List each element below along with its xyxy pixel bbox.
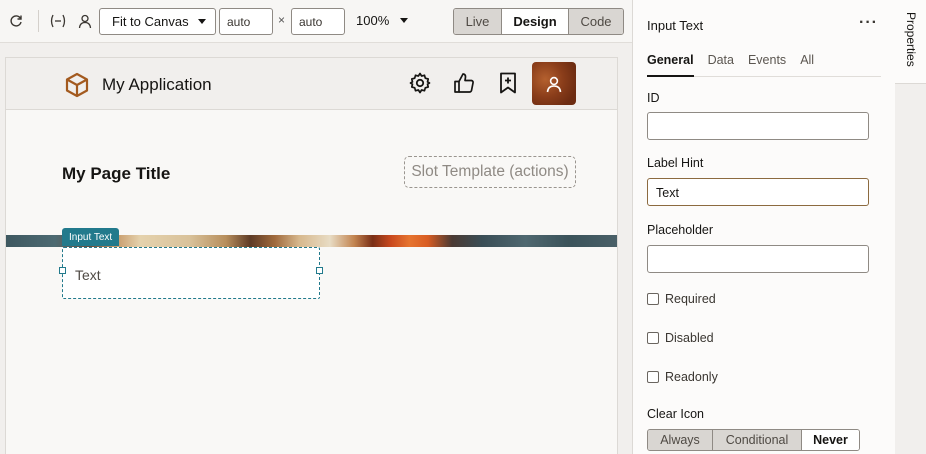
resize-handle-left[interactable]: [59, 267, 66, 274]
times-symbol: ×: [278, 13, 286, 27]
zoom-select[interactable]: 100%: [356, 13, 389, 28]
bookmark-add-icon[interactable]: [496, 71, 520, 95]
thumbs-up-icon[interactable]: [452, 71, 476, 95]
more-options-icon[interactable]: ···: [859, 14, 878, 32]
selected-input-text-component[interactable]: Text: [59, 247, 323, 299]
variable-bind-icon[interactable]: [48, 12, 68, 30]
component-tag[interactable]: Input Text: [62, 228, 120, 246]
person-icon[interactable]: [76, 12, 94, 30]
clear-icon-always-button[interactable]: Always: [648, 430, 713, 450]
required-checkbox-row[interactable]: Required: [647, 291, 716, 307]
app-header: My Application: [6, 58, 617, 110]
toolbar-divider: [38, 10, 39, 32]
tab-all[interactable]: All: [800, 52, 814, 77]
placeholder-label: Placeholder: [647, 223, 714, 237]
readonly-checkbox-row[interactable]: Readonly: [647, 369, 718, 385]
readonly-checkbox[interactable]: [647, 371, 659, 383]
label-hint-label: Label Hint: [647, 156, 704, 170]
properties-side-tab-label: Properties: [904, 12, 918, 67]
properties-side-tab[interactable]: Properties: [895, 0, 926, 84]
properties-panel: Input Text ··· General Data Events All I…: [632, 0, 895, 454]
chevron-down-icon[interactable]: [400, 18, 408, 23]
tab-data[interactable]: Data: [708, 52, 734, 77]
id-label: ID: [647, 91, 660, 105]
refresh-icon[interactable]: [7, 12, 25, 30]
tab-general[interactable]: General: [647, 52, 694, 77]
disabled-checkbox[interactable]: [647, 332, 659, 344]
panel-title: Input Text: [647, 18, 704, 33]
fit-select[interactable]: Fit to Canvas: [99, 8, 216, 35]
design-canvas: My Application My Page Title Slot Templa…: [5, 57, 618, 454]
property-tabs: General Data Events All: [647, 52, 881, 77]
width-input[interactable]: auto: [219, 8, 273, 35]
page-title: My Page Title: [62, 164, 171, 183]
app-logo-icon: [65, 72, 89, 98]
disabled-checkbox-row[interactable]: Disabled: [647, 330, 714, 346]
gear-icon[interactable]: [408, 71, 432, 95]
label-hint-field[interactable]: Text: [647, 178, 869, 206]
app-title: My Application: [102, 75, 212, 94]
designer-toolbar: Fit to Canvas auto × auto 100% Live Desi…: [0, 0, 632, 43]
clear-icon-conditional-button[interactable]: Conditional: [713, 430, 802, 450]
design-mode-button[interactable]: Design: [502, 9, 569, 34]
id-field[interactable]: [647, 112, 869, 140]
height-input[interactable]: auto: [291, 8, 345, 35]
placeholder-field[interactable]: [647, 245, 869, 273]
clear-icon-never-button[interactable]: Never: [802, 430, 859, 450]
clear-icon-label: Clear Icon: [647, 407, 704, 421]
slot-template-actions[interactable]: Slot Template (actions): [404, 156, 576, 188]
side-tab-strip: Properties: [895, 0, 926, 454]
readonly-label: Readonly: [665, 370, 718, 384]
tab-events[interactable]: Events: [748, 52, 786, 77]
disabled-label: Disabled: [665, 331, 714, 345]
code-mode-button[interactable]: Code: [569, 9, 623, 34]
resize-handle-right[interactable]: [316, 267, 323, 274]
view-mode-switcher: Live Design Code: [453, 8, 624, 35]
required-label: Required: [665, 292, 716, 306]
fit-select-value: Fit to Canvas: [112, 14, 189, 29]
user-avatar-icon[interactable]: [532, 62, 576, 105]
input-text-value: Text: [75, 267, 101, 283]
clear-icon-selector: Always Conditional Never: [647, 429, 860, 451]
required-checkbox[interactable]: [647, 293, 659, 305]
live-mode-button[interactable]: Live: [454, 9, 502, 34]
chevron-down-icon: [198, 19, 206, 24]
